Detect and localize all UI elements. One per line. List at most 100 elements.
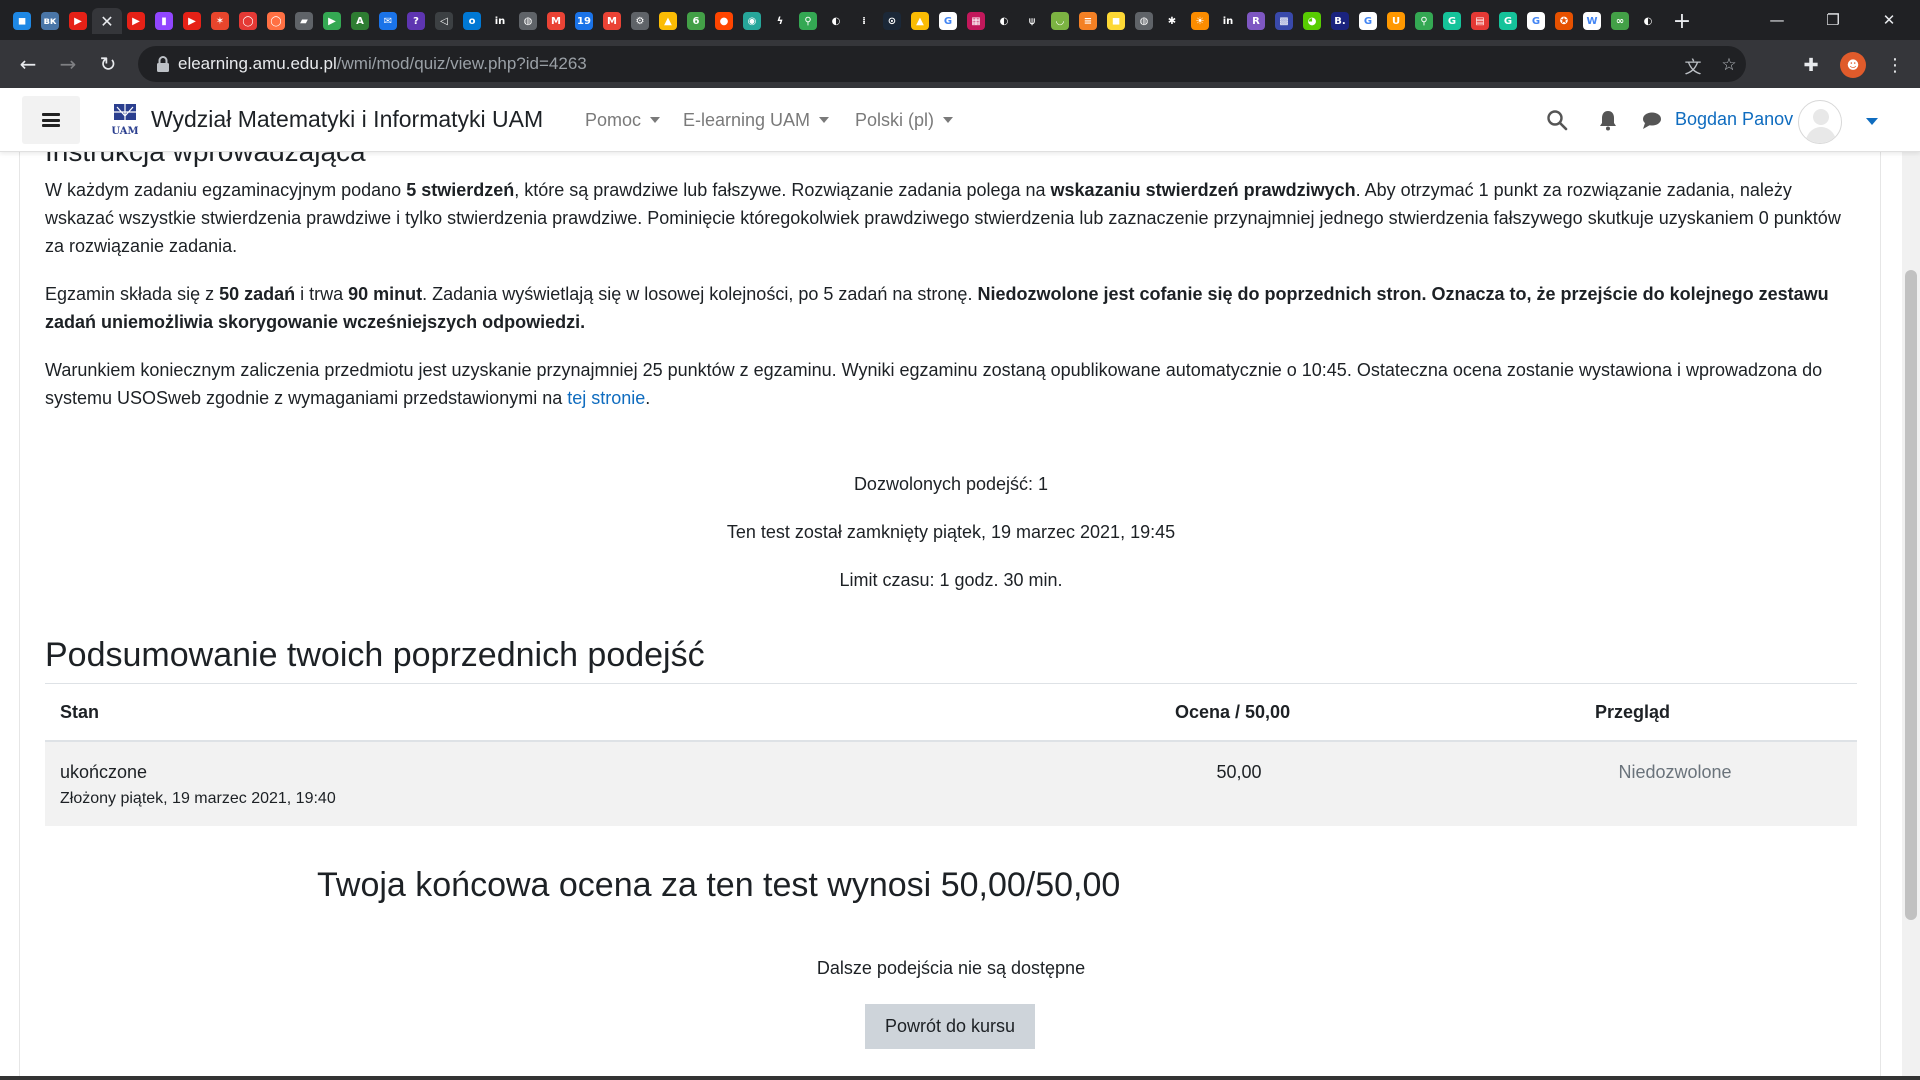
uam-logo[interactable]: UAM (112, 102, 138, 138)
attempt-state: ukończone (60, 762, 148, 782)
restore-window-icon[interactable]: ❐ (1806, 0, 1860, 40)
bookmark-star-icon[interactable]: ☆ (1718, 54, 1740, 76)
browser-tab[interactable]: ⚲ (1410, 8, 1438, 34)
browser-tab[interactable]: W (1578, 8, 1606, 34)
browser-tab[interactable]: G (1354, 8, 1382, 34)
browser-tab[interactable]: ● (710, 8, 738, 34)
browser-tab[interactable]: G (1494, 8, 1522, 34)
browser-tab[interactable]: ▶ (318, 8, 346, 34)
scrollbar-thumb[interactable] (1905, 270, 1917, 920)
browser-tab[interactable]: ≡ (1074, 8, 1102, 34)
browser-tab[interactable]: ◐ (1634, 8, 1662, 34)
back-to-course-button[interactable]: Powrót do kursu (865, 1004, 1035, 1049)
browser-menu-icon[interactable]: ⋮ (1882, 52, 1908, 78)
back-arrow-icon[interactable]: ← (12, 48, 44, 80)
browser-tab[interactable]: ▲ (906, 8, 934, 34)
browser-tab[interactable]: ◼ (8, 8, 36, 34)
browser-tab[interactable]: ✶ (206, 8, 234, 34)
browser-tab[interactable]: ∞ (1606, 8, 1634, 34)
browser-tab[interactable]: ◍ (514, 8, 542, 34)
browser-tab[interactable]: ▲ (654, 8, 682, 34)
browser-tab[interactable]: ⍦ (1018, 8, 1046, 34)
active-tab[interactable]: ✕ (92, 8, 122, 34)
page-scrollbar[interactable] (1902, 152, 1920, 1080)
browser-tab[interactable]: M (542, 8, 570, 34)
grammarly-icon: G (1499, 12, 1517, 30)
browser-tab[interactable]: ▤ (1466, 8, 1494, 34)
browser-tab[interactable]: ◯ (262, 8, 290, 34)
browser-tab[interactable]: ? (402, 8, 430, 34)
user-avatar[interactable] (1798, 100, 1842, 144)
browser-tab[interactable]: ◡ (1046, 8, 1074, 34)
bowl-icon: ◡ (1051, 12, 1069, 30)
browser-tab[interactable]: ◐ (990, 8, 1018, 34)
site-title[interactable]: Wydział Matematyki i Informatyki UAM (151, 106, 543, 133)
browser-tab[interactable]: G (934, 8, 962, 34)
browser-tab[interactable]: ◼ (1102, 8, 1130, 34)
attempts-summary-heading: Podsumowanie twoich poprzednich podejść (45, 636, 705, 674)
browser-tab[interactable]: 19 (570, 8, 598, 34)
browser-tab[interactable]: ◁ (430, 8, 458, 34)
browser-tab[interactable]: ▶ (178, 8, 206, 34)
browser-tab[interactable]: ✱ (1158, 8, 1186, 34)
messenger-icon: ◼ (13, 12, 31, 30)
messages-icon[interactable] (1640, 108, 1664, 132)
browser-tab[interactable]: ◕ (1298, 8, 1326, 34)
final-grade-text: Twoja końcowa ocena za ten test wynosi (317, 866, 932, 904)
extensions-puzzle-icon[interactable]: ✚ (1798, 52, 1824, 78)
menu-language[interactable]: Polski ‎(pl)‎ (855, 110, 954, 131)
chevron-down-icon (650, 117, 661, 123)
mail-icon: ✉ (379, 12, 397, 30)
new-tab-button[interactable]: + (1668, 9, 1696, 34)
browser-tab[interactable]: ◐ (822, 8, 850, 34)
browser-toolbar: ← → ↻ elearning.amu.edu.pl/wmi/mod/quiz/… (0, 40, 1920, 88)
browser-tab[interactable]: ☀ (1186, 8, 1214, 34)
close-tab-icon[interactable]: ✕ (100, 12, 113, 31)
browser-tab[interactable]: ▶ (64, 8, 92, 34)
browser-tab[interactable]: ⚙ (626, 8, 654, 34)
browser-tab[interactable]: ◉ (738, 8, 766, 34)
close-window-icon[interactable]: ✕ (1862, 0, 1916, 40)
address-bar[interactable]: elearning.amu.edu.pl/wmi/mod/quiz/view.p… (138, 46, 1746, 82)
user-menu-chevron-icon[interactable] (1866, 118, 1878, 125)
browser-tab[interactable]: ▰ (290, 8, 318, 34)
browser-tab[interactable]: ⚲ (794, 8, 822, 34)
browser-tab[interactable]: ⁞ (850, 8, 878, 34)
browser-tab[interactable]: R (1242, 8, 1270, 34)
browser-tab[interactable]: in (1214, 8, 1242, 34)
github-icon: ◐ (995, 12, 1013, 30)
browser-tab[interactable]: U (1382, 8, 1410, 34)
menu-elearning[interactable]: E-learning UAM (683, 110, 830, 131)
browser-tab[interactable]: A (346, 8, 374, 34)
browser-tab[interactable]: ◯ (234, 8, 262, 34)
browser-tab[interactable]: G (1522, 8, 1550, 34)
browser-tab[interactable]: ϟ (766, 8, 794, 34)
user-name[interactable]: Bogdan Panov (1675, 109, 1793, 130)
usos-info-link[interactable]: tej stronie (567, 388, 645, 408)
reload-icon[interactable]: ↻ (92, 48, 124, 80)
minimize-window-icon[interactable]: — (1750, 0, 1804, 40)
browser-tab[interactable]: ⊙ (878, 8, 906, 34)
browser-tab[interactable]: ◍ (1130, 8, 1158, 34)
browser-tab[interactable]: ▩ (1270, 8, 1298, 34)
translate-icon[interactable]: 文 (1682, 54, 1704, 78)
forward-arrow-icon[interactable]: → (52, 48, 84, 80)
default-user-icon (1805, 109, 1837, 143)
menu-help[interactable]: Pomoc (585, 110, 661, 131)
browser-tab[interactable]: in (486, 8, 514, 34)
browser-tab[interactable]: ▦ (962, 8, 990, 34)
profile-extension-icon[interactable]: ☻ (1840, 52, 1866, 78)
browser-tab[interactable]: o (458, 8, 486, 34)
bell-icon[interactable] (1596, 108, 1620, 132)
browser-tab[interactable]: ▮ (150, 8, 178, 34)
drawer-toggle-button[interactable] (22, 96, 80, 144)
browser-tab[interactable]: B. (1326, 8, 1354, 34)
browser-tab[interactable]: M (598, 8, 626, 34)
browser-tab[interactable]: вк (36, 8, 64, 34)
browser-tab[interactable]: G (1438, 8, 1466, 34)
browser-tab[interactable]: ▶ (122, 8, 150, 34)
browser-tab[interactable]: ✪ (1550, 8, 1578, 34)
browser-tab[interactable]: 6 (682, 8, 710, 34)
browser-tab[interactable]: ✉ (374, 8, 402, 34)
search-icon[interactable] (1545, 108, 1569, 132)
